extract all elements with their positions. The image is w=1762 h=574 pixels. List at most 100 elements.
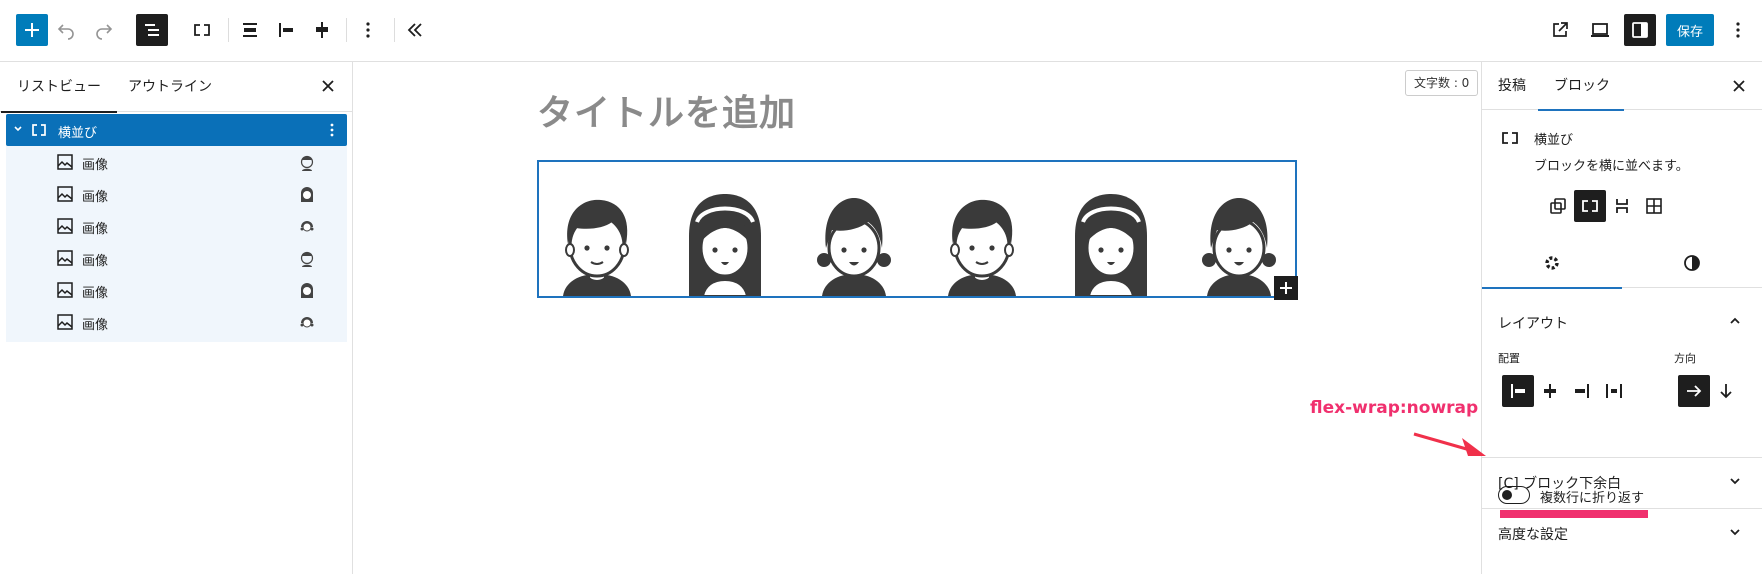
justify-space-between-button[interactable] <box>1598 375 1630 407</box>
tree-row-image[interactable]: 画像 <box>6 274 347 306</box>
layout-panel-header[interactable]: レイアウト <box>1482 298 1762 346</box>
tree-row-label: 画像 <box>82 190 109 205</box>
toolbar-divider <box>394 18 395 42</box>
post-title-input[interactable]: タイトルを追加 <box>537 84 796 136</box>
close-sidebar-button[interactable] <box>1727 74 1751 98</box>
image-icon <box>57 186 73 202</box>
avatar-thumbnail <box>300 155 314 171</box>
avatar-thumbnail <box>300 221 314 232</box>
justify-left-icon <box>279 23 293 37</box>
margin-panel-header[interactable]: [C] ブロック下余白 <box>1482 458 1762 506</box>
preview-desktop-icon <box>1591 23 1609 37</box>
tab-outline[interactable]: アウトライン <box>128 62 212 112</box>
tree-row-image[interactable]: 画像 <box>6 306 347 338</box>
tab-block-styles[interactable] <box>1622 238 1762 288</box>
list-view-tabs: リストビュー アウトライン <box>0 62 352 113</box>
tree-row-row-block[interactable]: 横並び <box>6 114 347 146</box>
justify-center-icon <box>316 22 328 38</box>
tree-row-image[interactable]: 画像 <box>6 178 347 210</box>
close-list-view-button[interactable] <box>316 74 340 98</box>
tab-list-view[interactable]: リストビュー <box>1 62 117 113</box>
image-icon <box>57 218 73 234</box>
orientation-label: 方向 <box>1674 352 1696 365</box>
variation-group-button[interactable] <box>1542 190 1574 222</box>
justification-buttons <box>1502 375 1630 407</box>
settings-sidebar-toggle[interactable] <box>1624 14 1656 46</box>
close-icon <box>1733 80 1745 92</box>
justify-center-icon <box>1544 384 1556 398</box>
editor-toolbar: 保存 <box>0 0 1762 62</box>
justify-left-button[interactable] <box>270 14 302 46</box>
sidebar-tabs: 投稿 ブロック <box>1482 62 1762 111</box>
tree-row-label: 横並び <box>58 126 98 141</box>
undo-button[interactable] <box>50 14 82 46</box>
tree-row-image[interactable]: 画像 <box>6 146 347 178</box>
tree-row-image[interactable]: 画像 <box>6 210 347 242</box>
block-card-description: ブロックを横に並べます。 <box>1534 159 1689 174</box>
editor-canvas: タイトルを追加 文字数 : 0 <box>353 62 1481 574</box>
redo-icon <box>96 24 113 40</box>
tree-row-image[interactable]: 画像 <box>6 242 347 274</box>
justify-right-button[interactable] <box>1566 375 1598 407</box>
list-view-panel: リストビュー アウトライン 横並び 画像 画像 画像 画像 画像 画像 <box>0 62 353 574</box>
align-button[interactable] <box>234 14 266 46</box>
justify-center-button[interactable] <box>306 14 338 46</box>
plus-icon <box>1280 282 1292 294</box>
block-options-button[interactable] <box>352 14 384 46</box>
row-block-icon <box>1502 132 1518 144</box>
chevron-down-icon[interactable] <box>12 123 24 135</box>
collapse-toolbar-button[interactable] <box>400 14 432 46</box>
tab-block-settings[interactable] <box>1482 238 1622 289</box>
avatar-image-girl-long[interactable] <box>677 190 773 296</box>
toolbar-divider <box>346 18 347 42</box>
block-card-title: 横並び <box>1534 133 1574 148</box>
annotation-label: flex-wrap:nowrap <box>1310 398 1479 418</box>
tree-row-label: 画像 <box>82 286 109 301</box>
layout-panel-title: レイアウト <box>1498 316 1568 332</box>
group-icon <box>1550 198 1566 214</box>
save-button[interactable]: 保存 <box>1666 14 1714 46</box>
avatar-image-girl-short[interactable] <box>1191 190 1287 296</box>
grid-icon <box>1646 198 1662 214</box>
more-vertical-icon[interactable] <box>326 122 338 138</box>
options-button[interactable] <box>1722 14 1754 46</box>
advanced-panel-header[interactable]: 高度な設定 <box>1482 509 1762 557</box>
row-block-button[interactable] <box>186 14 218 46</box>
variation-row-button[interactable] <box>1574 190 1606 222</box>
options-icon <box>1736 22 1740 38</box>
close-icon <box>322 80 334 92</box>
avatar-image-boy[interactable] <box>934 190 1030 296</box>
orientation-horizontal-button[interactable] <box>1678 375 1710 407</box>
justification-label: 配置 <box>1498 352 1520 365</box>
redo-button[interactable] <box>88 14 120 46</box>
view-post-button[interactable] <box>1544 14 1576 46</box>
block-inserter-button[interactable] <box>16 14 48 46</box>
block-settings-tabs <box>1482 238 1762 289</box>
orientation-vertical-button[interactable] <box>1710 375 1742 407</box>
justify-center-button[interactable] <box>1534 375 1566 407</box>
arrow-down-icon <box>1720 384 1732 399</box>
more-vertical-icon <box>366 22 370 38</box>
justify-right-icon <box>1575 384 1589 398</box>
image-icon <box>57 314 73 330</box>
variation-stack-button[interactable] <box>1606 190 1638 222</box>
image-icon <box>57 250 73 266</box>
preview-button[interactable] <box>1584 14 1616 46</box>
avatar-image-boy[interactable] <box>549 190 645 296</box>
row-block[interactable] <box>537 160 1297 298</box>
chevron-down-icon <box>1730 529 1740 536</box>
variation-grid-button[interactable] <box>1638 190 1670 222</box>
word-count-badge: 文字数 : 0 <box>1405 70 1479 96</box>
avatar-image-girl-short[interactable] <box>806 190 902 296</box>
list-view-button[interactable] <box>136 14 168 46</box>
settings-sidebar: 投稿 ブロック 横並び ブロックを横に並べます。 レイアウト 配置 方向 複数行… <box>1481 62 1762 574</box>
annotation-arrow-icon <box>1413 432 1486 456</box>
styles-contrast-icon <box>1684 255 1700 271</box>
settings-gear-icon <box>1545 256 1559 270</box>
margin-panel-title: [C] ブロック下余白 <box>1498 476 1622 492</box>
justify-left-button[interactable] <box>1502 375 1534 407</box>
block-appender-button[interactable] <box>1274 276 1298 300</box>
avatar-image-girl-long[interactable] <box>1063 190 1159 296</box>
tab-block[interactable]: ブロック <box>1538 62 1624 111</box>
tab-post[interactable]: 投稿 <box>1498 62 1526 110</box>
